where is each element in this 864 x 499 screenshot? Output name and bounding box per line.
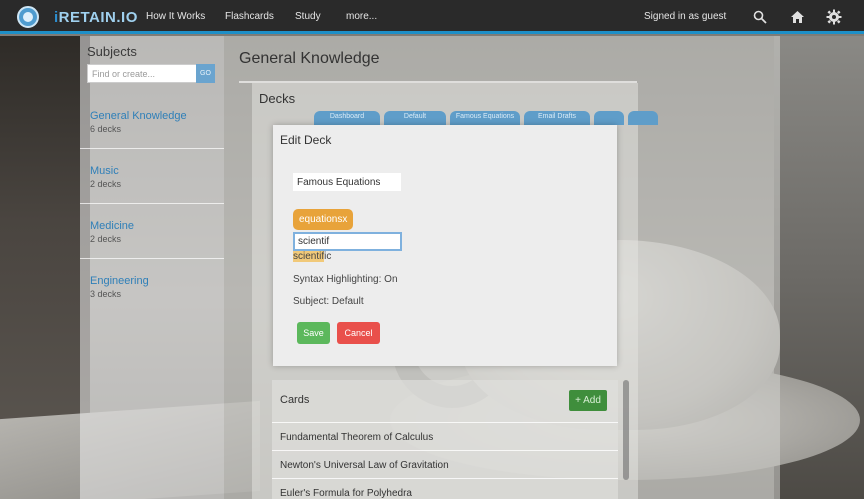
subject-count: 2 decks — [90, 234, 122, 244]
modal-title: Edit Deck — [280, 133, 332, 147]
deck-name-input[interactable] — [293, 173, 401, 191]
subject-count: 6 decks — [90, 124, 122, 134]
edit-deck-modal: Edit Deck equationsx scientific Syntax H… — [273, 125, 617, 366]
logo-icon[interactable] — [17, 6, 39, 28]
tag-chip[interactable]: equationsx — [293, 209, 354, 230]
list-item[interactable]: Fundamental Theorem of Calculus — [272, 422, 618, 450]
search-icon[interactable] — [752, 9, 768, 25]
subject-name: Music — [90, 165, 119, 177]
divider — [80, 258, 224, 259]
divider — [80, 203, 224, 204]
suggestion-match: scientif — [293, 251, 325, 262]
nav-flashcards[interactable]: Flashcards — [225, 11, 274, 22]
cards-scrollbar[interactable] — [623, 380, 629, 480]
cards-panel: Cards + Add Fundamental Theorem of Calcu… — [272, 380, 618, 499]
signed-in-status: Signed in as guest — [644, 11, 727, 22]
tab-email-drafts[interactable]: Email Drafts — [524, 111, 590, 125]
tab-dashboard[interactable]: Dashboard — [314, 111, 380, 125]
subject-setting[interactable]: Subject: Default — [293, 296, 364, 307]
nav-more[interactable]: more... — [346, 11, 377, 22]
save-button[interactable]: Save — [297, 322, 330, 344]
brand-name[interactable]: iRETAIN.IO — [54, 9, 138, 26]
subject-count: 3 decks — [90, 289, 122, 299]
gear-icon[interactable] — [826, 9, 842, 25]
subject-count: 2 decks — [90, 179, 122, 189]
tab-default[interactable]: Default — [384, 111, 446, 125]
subject-name: Engineering — [90, 275, 149, 287]
subject-name: Medicine — [90, 220, 135, 232]
tag-label: equations — [299, 214, 343, 225]
list-item[interactable]: Newton's Universal Law of Gravitation — [272, 450, 618, 478]
tag-suggestion[interactable]: scientific — [293, 251, 331, 262]
divider — [80, 148, 224, 149]
cancel-button[interactable]: Cancel — [337, 322, 380, 344]
syntax-highlighting-setting[interactable]: Syntax Highlighting: On — [293, 274, 398, 285]
suggestion-rest: ic — [324, 251, 332, 262]
add-card-button[interactable]: + Add — [569, 390, 607, 411]
list-item[interactable]: Euler's Formula for Polyhedra — [272, 478, 618, 499]
tab-deck-6[interactable] — [628, 111, 658, 125]
nav-how-it-works[interactable]: How It Works — [146, 11, 205, 22]
home-icon[interactable] — [789, 9, 805, 25]
tag-remove-icon[interactable]: x — [342, 214, 347, 225]
top-navbar: iRETAIN.IO How It Works Flashcards Study… — [0, 0, 864, 34]
tag-input[interactable] — [293, 232, 402, 251]
decks-title: Decks — [259, 91, 296, 106]
subjects-sidebar: Subjects Find or create... GO General Kn… — [80, 36, 224, 499]
subject-go-button[interactable]: GO — [196, 64, 215, 83]
nav-study[interactable]: Study — [295, 11, 321, 22]
cards-title: Cards — [280, 394, 310, 406]
page-title: General Knowledge — [239, 50, 380, 67]
sidebar-title: Subjects — [87, 44, 137, 59]
subject-search-input[interactable]: Find or create... — [87, 64, 197, 83]
subject-name: General Knowledge — [90, 110, 187, 122]
tab-famous-equations[interactable]: Famous Equations — [450, 111, 520, 125]
tab-deck-5[interactable] — [594, 111, 624, 125]
